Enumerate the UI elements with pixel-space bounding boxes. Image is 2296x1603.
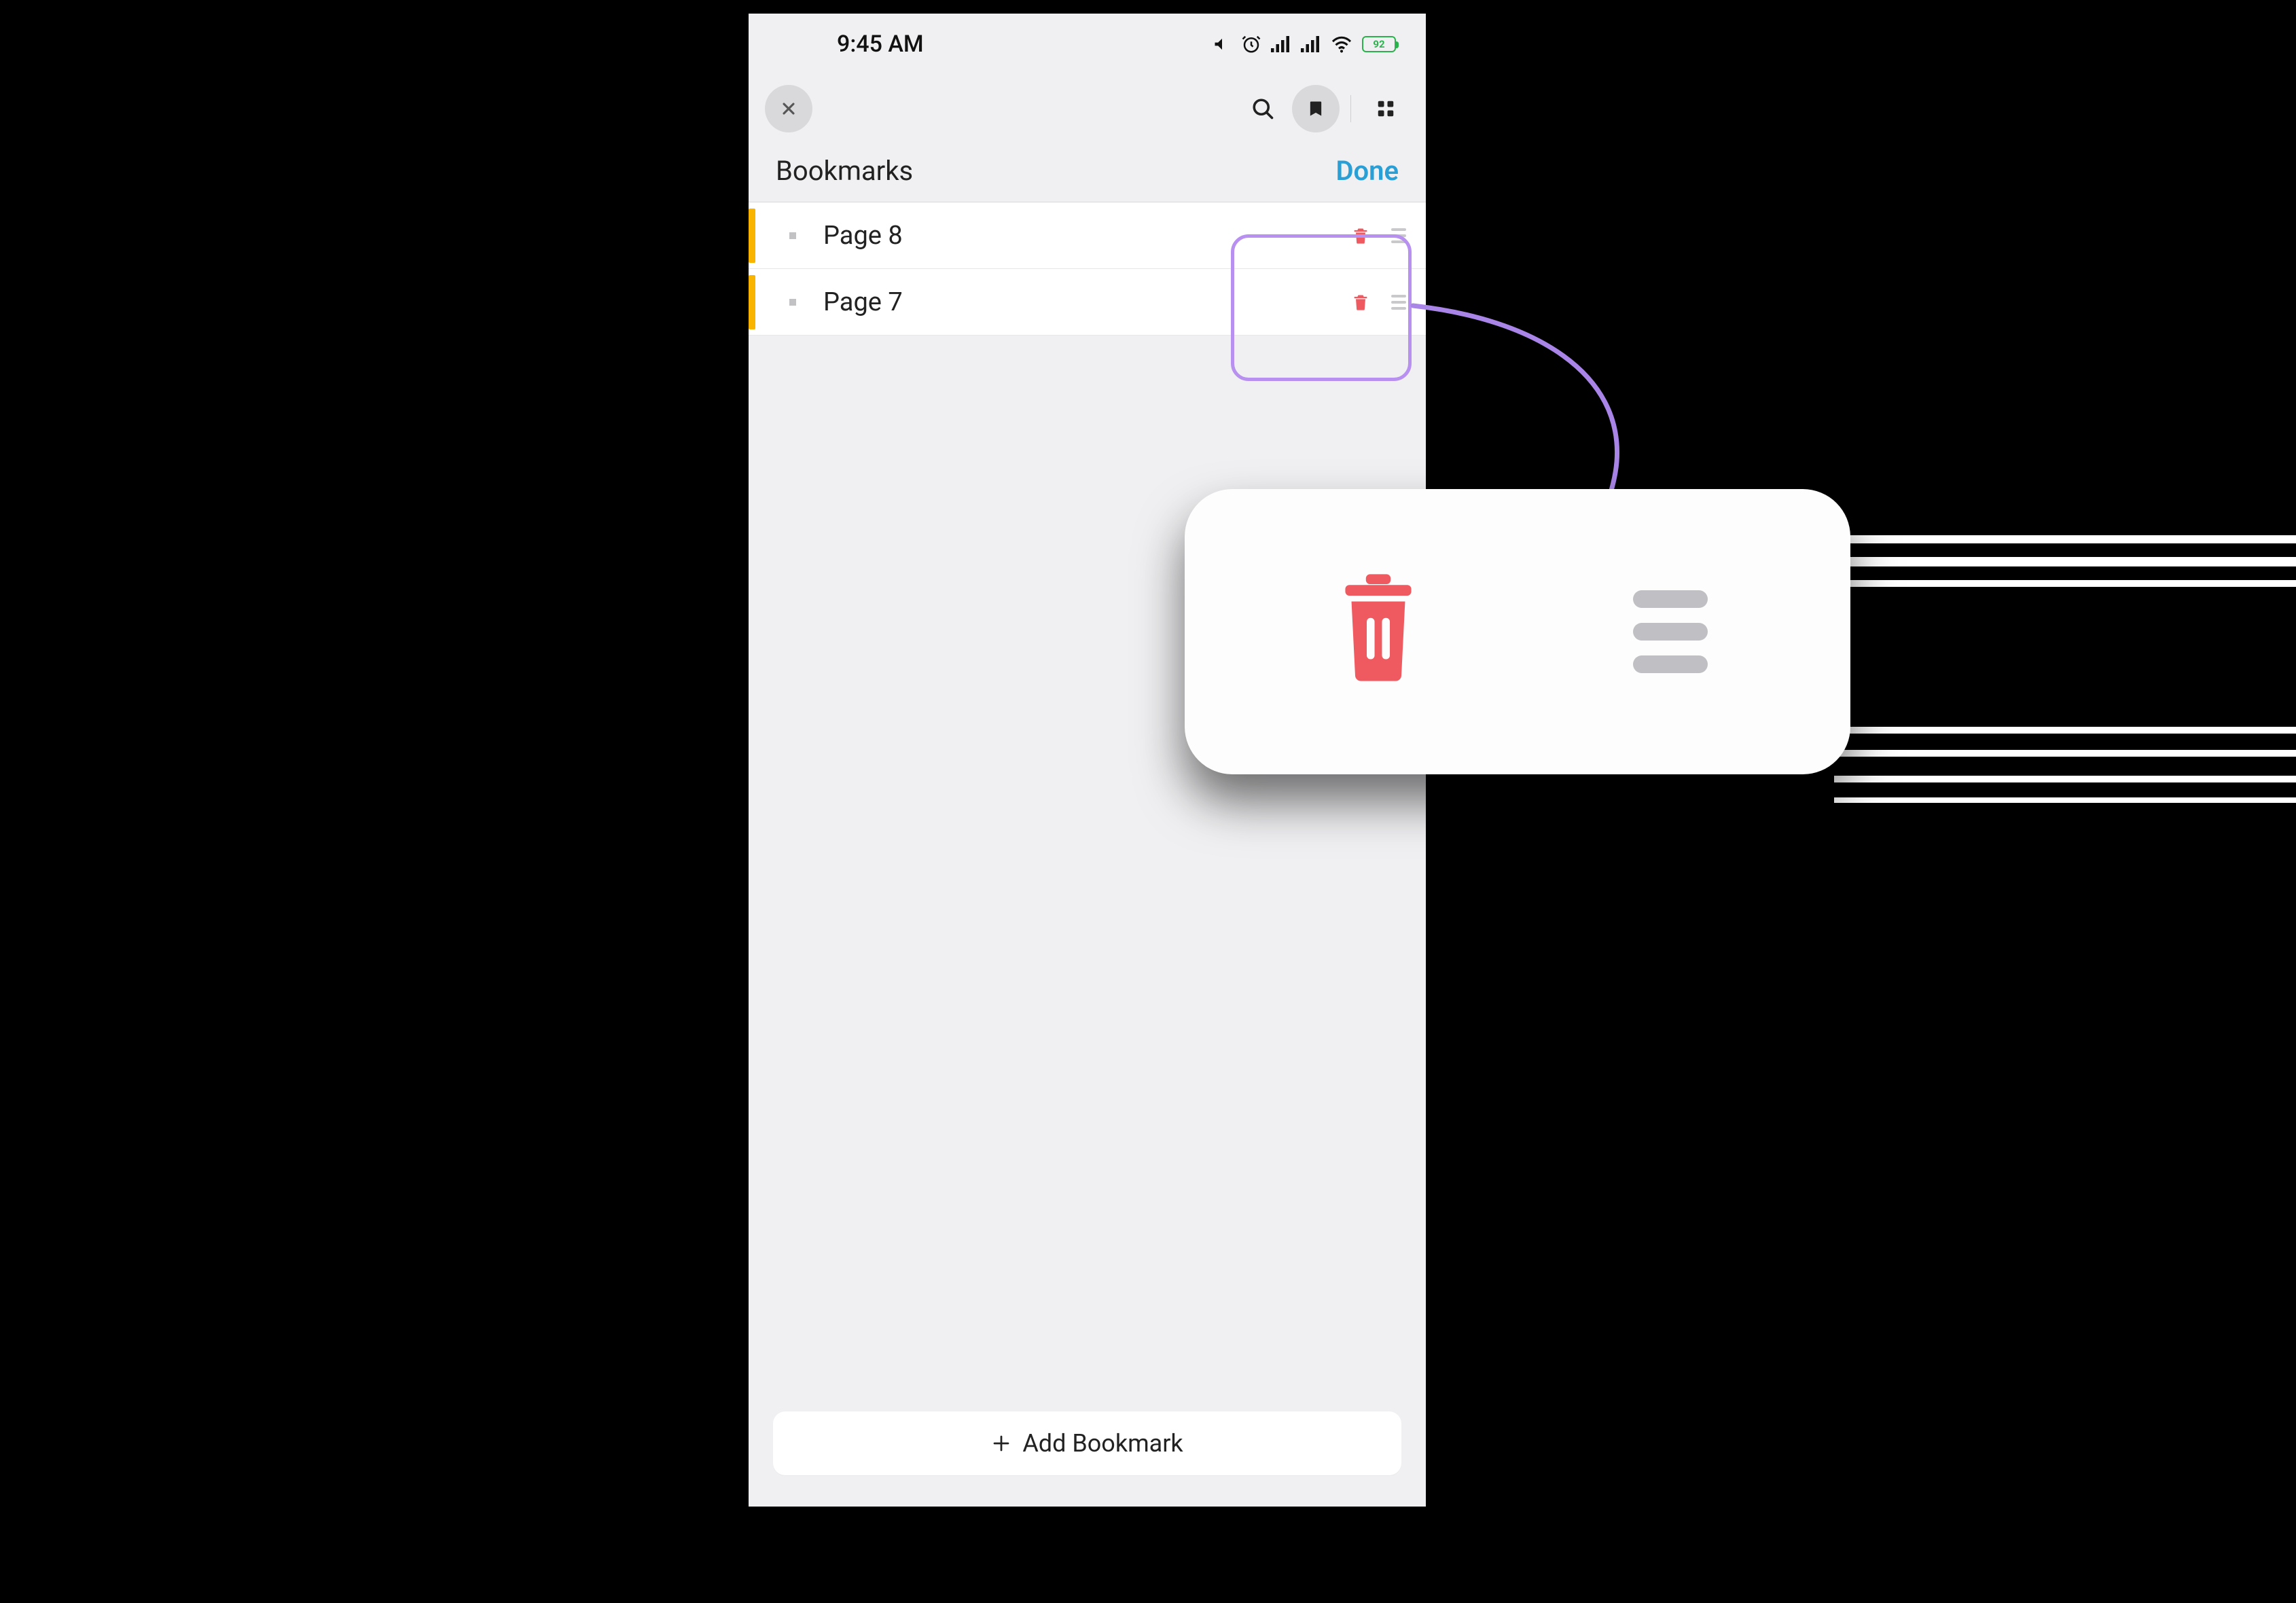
drag-line xyxy=(1633,590,1708,608)
wifi-icon xyxy=(1331,35,1352,53)
signal-icon-2 xyxy=(1301,36,1321,52)
drag-line xyxy=(1633,623,1708,641)
drag-icon xyxy=(1391,228,1406,243)
row-accent xyxy=(749,209,755,263)
add-bookmark-label: Add Bookmark xyxy=(1022,1429,1183,1458)
trash-icon xyxy=(1327,573,1429,688)
close-button[interactable] xyxy=(765,85,812,132)
bookmark-icon xyxy=(1306,98,1325,120)
footer: Add Bookmark xyxy=(749,1391,1426,1507)
grid-icon xyxy=(1376,98,1396,119)
section-header: Bookmarks Done xyxy=(749,143,1426,202)
battery-icon: 92 xyxy=(1362,36,1396,52)
bookmark-label: Page 8 xyxy=(823,221,1343,251)
divider xyxy=(1350,95,1351,122)
bookmark-row[interactable]: Page 7 xyxy=(749,269,1426,336)
grid-button[interactable] xyxy=(1362,85,1410,132)
delete-button-zoom[interactable] xyxy=(1327,573,1429,691)
reorder-handle[interactable] xyxy=(1378,228,1426,243)
drag-icon xyxy=(1391,295,1406,310)
silent-icon xyxy=(1213,35,1232,54)
alarm-icon xyxy=(1241,34,1261,54)
bullet-icon xyxy=(789,232,796,239)
signal-icon xyxy=(1271,36,1291,52)
delete-button[interactable] xyxy=(1343,292,1378,312)
done-button[interactable]: Done xyxy=(1335,155,1399,187)
add-bookmark-button[interactable]: Add Bookmark xyxy=(773,1411,1401,1475)
trash-icon xyxy=(1351,292,1370,312)
decorative-lines xyxy=(1834,535,2296,587)
reorder-handle-zoom[interactable] xyxy=(1633,590,1708,673)
search-button[interactable] xyxy=(1239,85,1287,132)
drag-line xyxy=(1633,655,1708,673)
status-bar: 9:45 AM 92 xyxy=(749,14,1426,75)
plus-icon xyxy=(991,1433,1011,1454)
search-icon xyxy=(1251,96,1275,121)
close-icon xyxy=(779,99,798,118)
annotation-callout xyxy=(1185,489,1850,774)
page-title: Bookmarks xyxy=(776,155,913,187)
status-icons: 92 xyxy=(1213,34,1396,54)
status-time: 9:45 AM xyxy=(837,31,924,58)
toolbar xyxy=(749,75,1426,143)
row-accent xyxy=(749,275,755,329)
bookmark-button[interactable] xyxy=(1292,85,1340,132)
bookmark-list: Page 8 Page 7 xyxy=(749,202,1426,336)
delete-button[interactable] xyxy=(1343,226,1378,246)
reorder-handle[interactable] xyxy=(1378,295,1426,310)
bookmark-label: Page 7 xyxy=(823,287,1343,317)
bullet-icon xyxy=(789,299,796,306)
trash-icon xyxy=(1351,226,1370,246)
decorative-lines xyxy=(1834,727,2296,803)
bookmark-row[interactable]: Page 8 xyxy=(749,202,1426,269)
